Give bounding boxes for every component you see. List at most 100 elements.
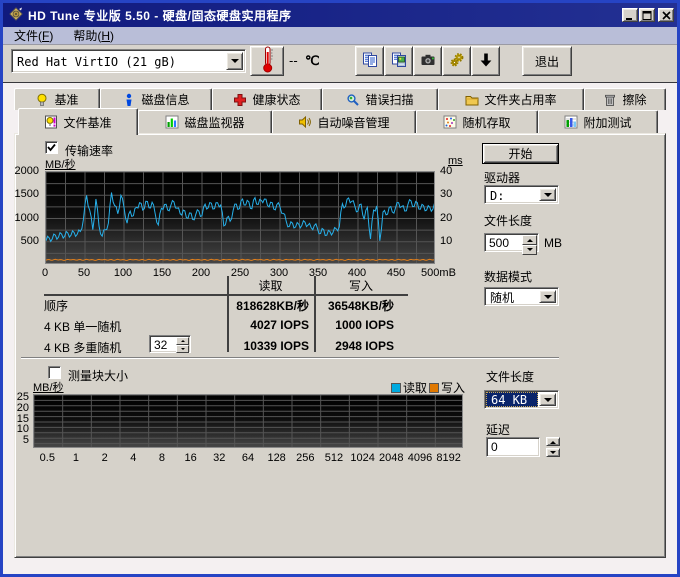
file-length-down[interactable] <box>522 245 537 255</box>
block-file-length-arrow[interactable] <box>539 393 556 406</box>
menu-item-help[interactable]: 帮助(H) <box>67 26 120 45</box>
y-axis-label: MB/秒 <box>45 156 76 172</box>
row-label: 4 KB 多重随机 <box>44 339 121 356</box>
maximize-button[interactable] <box>639 8 655 22</box>
settings-button[interactable] <box>442 46 471 76</box>
drive-select-value: Red Hat VirtIO (21 gB) <box>12 53 226 69</box>
exit-button[interactable]: 退出 <box>522 46 572 76</box>
file-benchmark-panel: 传输速率 MB/秒 ms 200015001000500 40302010 05… <box>14 133 666 558</box>
legend-swatch <box>429 383 439 393</box>
drive-select-arrow[interactable] <box>226 52 243 70</box>
tab-磁盘信息[interactable]: 磁盘信息 <box>100 88 212 110</box>
y2-tick: 30 <box>440 188 452 200</box>
copy-text-icon <box>362 52 378 71</box>
toolbar: Red Hat VirtIO (21 gB) -- ℃ 退出 <box>3 45 677 83</box>
block-size-checkbox[interactable] <box>48 366 61 379</box>
title-bar[interactable]: HD Tune 专业版 5.50 - 硬盘/固态硬盘实用程序 <box>3 3 677 27</box>
drive-combo-arrow[interactable] <box>539 188 556 201</box>
block-x-tick: 2048 <box>379 452 403 464</box>
drive-select[interactable]: Red Hat VirtIO (21 gB) <box>11 49 246 73</box>
read-value: 818628KB/秒 <box>235 297 309 314</box>
window-title: HD Tune 专业版 5.50 - 硬盘/固态硬盘实用程序 <box>28 7 622 24</box>
block-x-tick: 8 <box>159 452 165 464</box>
delay-up[interactable] <box>546 437 560 446</box>
tab-擦除[interactable]: 擦除 <box>584 88 666 110</box>
row-label: 4 KB 单一随机 <box>44 318 121 335</box>
queue-depth-spinner[interactable]: 32 <box>149 335 191 353</box>
y2-tick: 40 <box>440 165 452 177</box>
tab-文件夹占用率[interactable]: 文件夹占用率 <box>438 88 584 110</box>
row-label: 顺序 <box>44 297 68 314</box>
tab-自动噪音管理[interactable]: 自动噪音管理 <box>272 110 416 133</box>
legend-swatch <box>391 383 401 393</box>
file-length-spinner[interactable]: 500 <box>484 233 539 252</box>
temperature-button[interactable] <box>250 46 284 76</box>
write-value: 36548KB/秒 <box>322 297 394 314</box>
copy-image-button[interactable] <box>384 46 413 76</box>
transfer-rate-checkbox[interactable] <box>45 141 58 154</box>
data-mode-combo[interactable]: 随机 <box>484 287 559 306</box>
file-length-label: 文件长度 <box>484 212 532 229</box>
x-tick: 200 <box>192 267 210 279</box>
start-button[interactable]: 开始 <box>482 143 559 164</box>
close-button[interactable] <box>658 8 674 22</box>
y2-tick: 20 <box>440 212 452 224</box>
save-button[interactable] <box>471 46 500 76</box>
tab-文件基准[interactable]: 文件基准 <box>18 108 138 135</box>
block-x-tick: 128 <box>267 452 285 464</box>
file-bulb-icon <box>44 115 58 129</box>
block-file-length-combo[interactable]: 64 KB <box>484 390 559 409</box>
monitor-icon <box>165 115 179 129</box>
menu-bar: 文件(F) 帮助(H) <box>3 27 677 45</box>
menu-item-file[interactable]: 文件(F) <box>8 26 59 45</box>
block-x-tick: 2 <box>102 452 108 464</box>
x-tick: 0 <box>42 267 48 279</box>
y-tick: 1500 <box>15 188 39 200</box>
tab-基准[interactable]: 基准 <box>14 88 100 110</box>
read-column-header: 读取 <box>227 277 314 294</box>
y-tick: 500 <box>21 235 39 247</box>
block-x-tick: 4 <box>130 452 136 464</box>
block-x-tick: 256 <box>296 452 314 464</box>
block-x-tick: 512 <box>325 452 343 464</box>
thermometer-icon <box>260 46 275 76</box>
block-x-tick: 16 <box>185 452 197 464</box>
settings-icon <box>449 52 465 71</box>
file-length-up[interactable] <box>522 235 537 245</box>
delay-down[interactable] <box>546 448 560 457</box>
minimize-button[interactable] <box>622 8 638 22</box>
delay-label: 延迟 <box>486 421 510 438</box>
tab-page-area: 基准磁盘信息健康状态错误扫描文件夹占用率擦除文件基准磁盘监视器自动噪音管理随机存… <box>3 83 677 574</box>
drive-combo[interactable]: D: <box>484 185 559 204</box>
screenshot-button[interactable] <box>413 46 442 76</box>
block-y-axis-label: MB/秒 <box>33 379 64 395</box>
bulb-icon <box>35 93 49 107</box>
y2-tick: 10 <box>440 235 452 247</box>
health-icon <box>233 93 247 107</box>
info-icon <box>122 93 136 107</box>
block-size-label: 测量块大小 <box>68 367 128 384</box>
x-tick: 150 <box>153 267 171 279</box>
temperature-unit: ℃ <box>305 53 320 69</box>
tab-磁盘监视器[interactable]: 磁盘监视器 <box>138 110 272 133</box>
block-file-length-label: 文件长度 <box>486 368 534 385</box>
block-x-tick: 1 <box>73 452 79 464</box>
x-tick: 50 <box>78 267 90 279</box>
data-mode-arrow[interactable] <box>539 290 556 303</box>
erase-icon <box>603 93 617 107</box>
tab-附加测试[interactable]: 附加测试 <box>538 110 658 133</box>
write-column-header: 写入 <box>314 277 408 294</box>
tab-健康状态[interactable]: 健康状态 <box>212 88 322 110</box>
screenshot-icon <box>420 52 436 71</box>
copy-text-button[interactable] <box>355 46 384 76</box>
read-value: 10339 IOPS <box>235 339 309 353</box>
block-x-tick: 32 <box>213 452 225 464</box>
scan-icon <box>346 93 360 107</box>
block-x-tick: 0.5 <box>40 452 55 464</box>
tab-错误扫描[interactable]: 错误扫描 <box>322 88 438 110</box>
block-x-tick: 64 <box>242 452 254 464</box>
tab-随机存取[interactable]: 随机存取 <box>416 110 538 133</box>
y-tick: 1000 <box>15 212 39 224</box>
file-length-unit: MB <box>544 236 562 250</box>
delay-field[interactable]: 0 <box>486 437 540 457</box>
